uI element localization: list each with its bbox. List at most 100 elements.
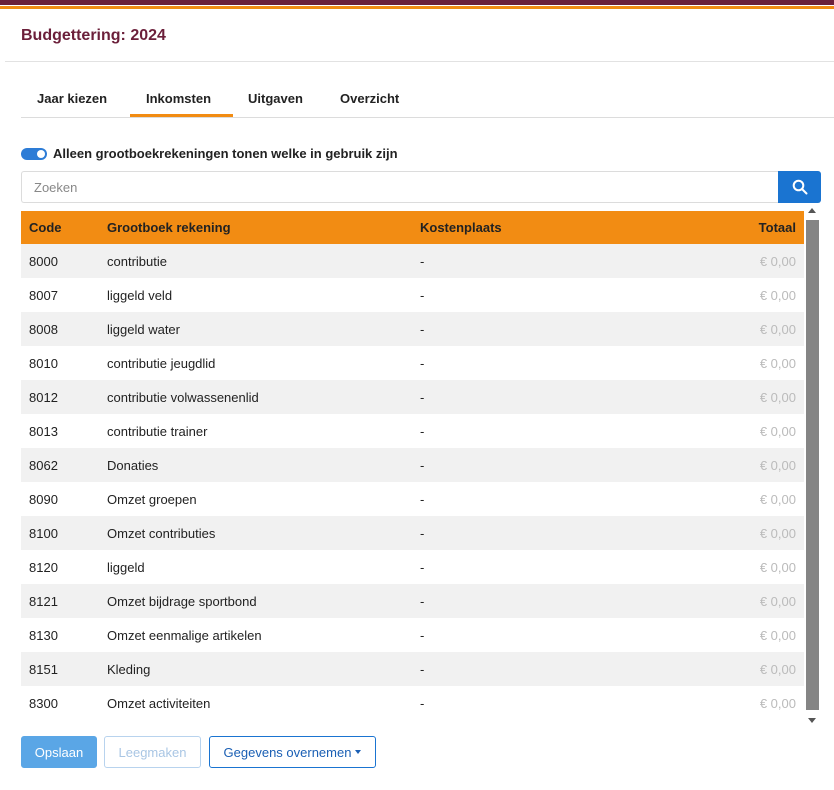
row-account: Omzet eenmalige artikelen: [107, 627, 262, 643]
row-total: € 0,00: [759, 389, 796, 405]
clear-button[interactable]: Leegmaken: [104, 736, 201, 768]
row-account: Omzet bijdrage sportbond: [107, 593, 257, 609]
table-row[interactable]: 8121 Omzet bijdrage sportbond - € 0,00: [21, 584, 804, 618]
table-row[interactable]: 8010 contributie jeugdlid - € 0,00: [21, 346, 804, 380]
row-account: liggeld veld: [107, 287, 173, 303]
table-row[interactable]: 8008 liggeld water - € 0,00: [21, 312, 804, 346]
row-total: € 0,00: [759, 321, 796, 337]
page-header: Budgettering: 2024: [5, 12, 834, 62]
row-account: Omzet groepen: [107, 491, 197, 507]
tab-jaar-kiezen[interactable]: Jaar kiezen: [37, 91, 107, 106]
row-total: € 0,00: [759, 695, 796, 711]
row-total: € 0,00: [759, 457, 796, 473]
tab-bar: Jaar kiezen Inkomsten Uitgaven Overzicht: [21, 82, 834, 118]
row-code: 8100: [29, 525, 58, 541]
row-cost-center: -: [420, 695, 425, 711]
row-total: € 0,00: [759, 491, 796, 507]
search-icon: [792, 179, 807, 195]
row-code: 8008: [29, 321, 58, 337]
row-code: 8062: [29, 457, 58, 473]
table-header-row: Code Grootboek rekening Kostenplaats Tot…: [21, 211, 804, 244]
row-cost-center: -: [420, 253, 425, 269]
save-button[interactable]: Opslaan: [21, 736, 97, 768]
row-cost-center: -: [420, 593, 425, 609]
row-cost-center: -: [420, 559, 425, 575]
row-total: € 0,00: [759, 287, 796, 303]
row-code: 8130: [29, 627, 58, 643]
search-input[interactable]: [21, 171, 779, 203]
tab-inkomsten[interactable]: Inkomsten: [146, 91, 211, 106]
copy-data-label: Gegevens overnemen: [223, 744, 352, 760]
scroll-up-arrow[interactable]: [808, 208, 816, 213]
row-code: 8090: [29, 491, 58, 507]
row-cost-center: -: [420, 525, 425, 541]
row-cost-center: -: [420, 423, 425, 439]
toggle-label: Alleen grootboekrekeningen tonen welke i…: [53, 146, 398, 161]
table-row[interactable]: 8007 liggeld veld - € 0,00: [21, 278, 804, 312]
scroll-down-arrow[interactable]: [808, 718, 816, 723]
row-total: € 0,00: [759, 355, 796, 371]
row-cost-center: -: [420, 491, 425, 507]
row-total: € 0,00: [759, 627, 796, 643]
row-account: Donaties: [107, 457, 159, 473]
row-code: 8120: [29, 559, 58, 575]
page-title: Budgettering: 2024: [21, 27, 166, 44]
row-total: € 0,00: [759, 661, 796, 677]
row-cost-center: -: [420, 389, 425, 405]
header-total[interactable]: Totaal: [662, 211, 804, 244]
budget-table: Code Grootboek rekening Kostenplaats Tot…: [21, 211, 804, 720]
row-total: € 0,00: [759, 559, 796, 575]
row-cost-center: -: [420, 661, 425, 677]
row-account: contributie volwassenenlid: [107, 389, 259, 405]
row-code: 8151: [29, 661, 58, 677]
row-total: € 0,00: [759, 423, 796, 439]
scroll-thumb[interactable]: [806, 220, 819, 710]
active-tab-indicator: [130, 114, 233, 117]
row-code: 8012: [29, 389, 58, 405]
table-row[interactable]: 8130 Omzet eenmalige artikelen - € 0,00: [21, 618, 804, 652]
row-code: 8007: [29, 287, 58, 303]
top-brand-bar: [0, 0, 834, 12]
row-cost-center: -: [420, 355, 425, 371]
table-row[interactable]: 8100 Omzet contributies - € 0,00: [21, 516, 804, 550]
table-row[interactable]: 8013 contributie trainer - € 0,00: [21, 414, 804, 448]
table-scrollbar[interactable]: [806, 205, 819, 725]
table-row[interactable]: 8090 Omzet groepen - € 0,00: [21, 482, 804, 516]
row-account: liggeld water: [107, 321, 180, 337]
caret-down-icon: [355, 750, 362, 754]
row-cost-center: -: [420, 457, 425, 473]
row-account: Omzet activiteiten: [107, 695, 211, 711]
row-account: liggeld: [107, 559, 145, 575]
row-cost-center: -: [420, 321, 425, 337]
header-account[interactable]: Grootboek rekening: [99, 211, 412, 244]
row-total: € 0,00: [759, 525, 796, 541]
row-cost-center: -: [420, 287, 425, 303]
row-total: € 0,00: [759, 253, 796, 269]
row-account: contributie: [107, 253, 167, 269]
row-code: 8300: [29, 695, 58, 711]
table-row[interactable]: 8151 Kleding - € 0,00: [21, 652, 804, 686]
row-code: 8010: [29, 355, 58, 371]
copy-data-dropdown-button[interactable]: Gegevens overnemen: [209, 736, 376, 768]
row-code: 8121: [29, 593, 58, 609]
row-account: Omzet contributies: [107, 525, 216, 541]
table-row[interactable]: 8012 contributie volwassenenlid - € 0,00: [21, 380, 804, 414]
search-bar: [21, 171, 821, 203]
row-code: 8000: [29, 253, 58, 269]
table-row[interactable]: 8120 liggeld - € 0,00: [21, 550, 804, 584]
table-row[interactable]: 8062 Donaties - € 0,00: [21, 448, 804, 482]
tab-uitgaven[interactable]: Uitgaven: [248, 91, 303, 106]
table-row[interactable]: 8000 contributie - € 0,00: [21, 244, 804, 278]
in-use-toggle[interactable]: [21, 148, 47, 160]
header-code[interactable]: Code: [21, 211, 99, 244]
row-account: Kleding: [107, 661, 151, 677]
tab-overzicht[interactable]: Overzicht: [340, 91, 399, 106]
table-row[interactable]: 8300 Omzet activiteiten - € 0,00: [21, 686, 804, 720]
row-cost-center: -: [420, 627, 425, 643]
row-account: contributie jeugdlid: [107, 355, 216, 371]
row-account: contributie trainer: [107, 423, 208, 439]
row-code: 8013: [29, 423, 58, 439]
row-total: € 0,00: [759, 593, 796, 609]
search-button[interactable]: [778, 171, 821, 203]
header-cost-center[interactable]: Kostenplaats: [412, 211, 662, 244]
